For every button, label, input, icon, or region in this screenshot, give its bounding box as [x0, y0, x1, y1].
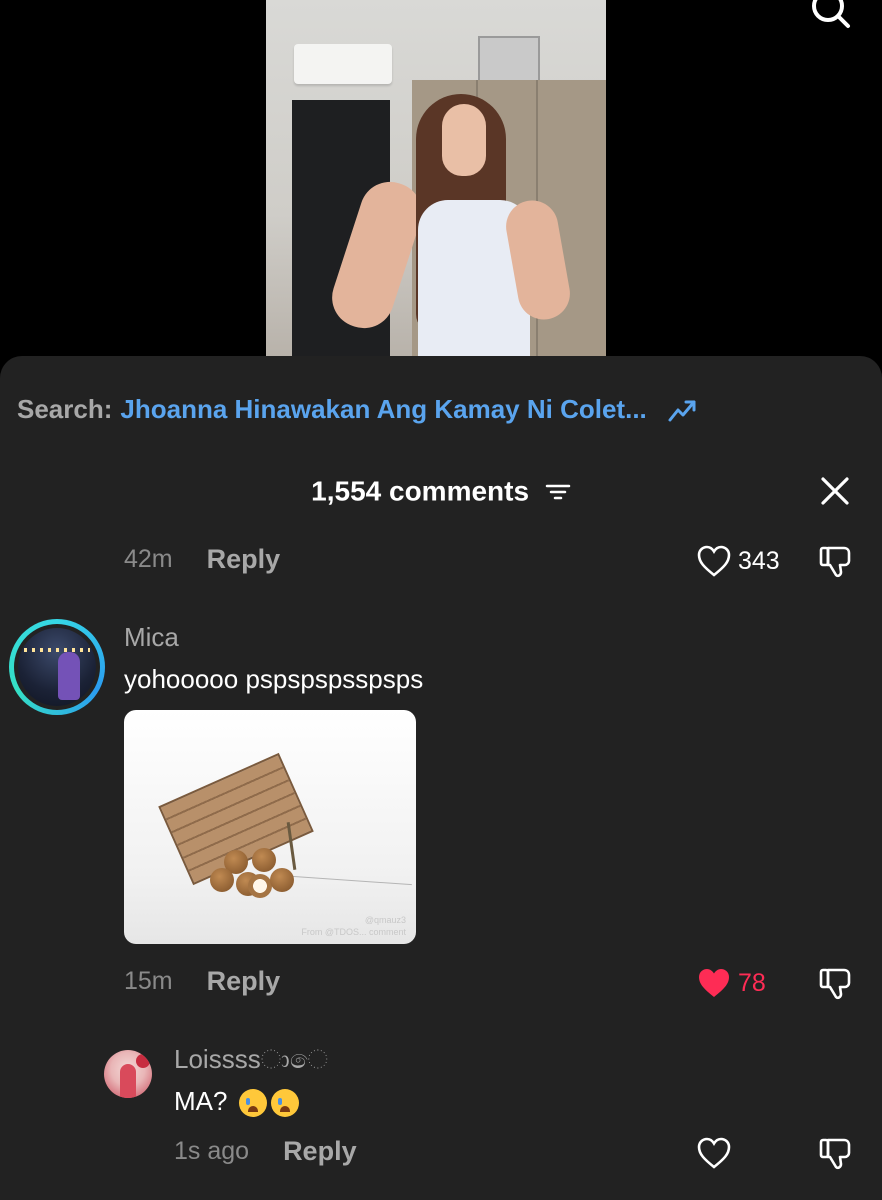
- comment-time: 42m: [124, 545, 173, 573]
- search-term-link[interactable]: Jhoanna Hinawakan Ang Kamay Ni Colet...: [120, 394, 646, 425]
- fruit: [270, 868, 294, 892]
- like-button[interactable]: 343: [696, 544, 780, 578]
- trap-string: [292, 875, 412, 886]
- comment-text: yohooooo pspspspsspsps: [124, 664, 424, 694]
- comment-username[interactable]: Mica: [124, 622, 179, 653]
- sort-filter-icon[interactable]: [545, 481, 571, 503]
- image-watermark: @qmauz3 From @TDOS... comment: [301, 915, 406, 937]
- avatar-lights: [24, 648, 90, 652]
- comment-time: 15m: [124, 967, 173, 995]
- comment-meta: 42m Reply: [124, 544, 280, 575]
- comment-username[interactable]: Loissssාෙ: [174, 1044, 328, 1076]
- comment-meta: 15m Reply: [124, 966, 280, 997]
- comment-attachment-image[interactable]: @qmauz3 From @TDOS... comment: [124, 710, 416, 944]
- close-icon[interactable]: [818, 474, 852, 508]
- comment-meta: 1s ago Reply: [174, 1136, 357, 1167]
- crying-face-emoji-icon: [270, 1089, 299, 1118]
- reply-button[interactable]: Reply: [283, 1136, 357, 1167]
- dislike-icon[interactable]: [818, 544, 854, 580]
- like-button[interactable]: [696, 1136, 732, 1170]
- search-suggestion[interactable]: Search: Jhoanna Hinawakan Ang Kamay Ni C…: [17, 394, 697, 425]
- storage-box: [478, 36, 540, 82]
- fruit: [252, 848, 276, 872]
- like-count: 343: [738, 546, 780, 575]
- heart-outline-icon: [697, 545, 731, 577]
- heart-filled-icon: [699, 969, 729, 997]
- reply-button[interactable]: Reply: [207, 544, 281, 575]
- person-face: [442, 104, 486, 176]
- search-icon[interactable]: [808, 0, 852, 32]
- video-thumbnail[interactable]: [266, 0, 606, 358]
- dislike-icon[interactable]: [818, 1136, 854, 1172]
- avatar-person: [58, 652, 80, 700]
- comment-text-body: MA?: [174, 1086, 228, 1116]
- avatar[interactable]: [9, 619, 105, 715]
- search-prefix: Search:: [17, 394, 113, 424]
- like-count: 78: [738, 968, 766, 997]
- reply-button[interactable]: Reply: [207, 966, 281, 997]
- fruit: [248, 874, 272, 898]
- avatar-person: [120, 1064, 136, 1098]
- heart-outline-icon: [697, 1137, 731, 1169]
- fruit: [210, 868, 234, 892]
- avatar-image: [18, 628, 96, 706]
- comments-count: 1,554 comments: [311, 475, 530, 507]
- comment-text: MA?: [174, 1086, 299, 1118]
- crying-face-emoji-icon: [238, 1089, 267, 1118]
- like-button[interactable]: 78: [696, 966, 766, 1000]
- video-area[interactable]: [0, 0, 882, 360]
- dislike-icon[interactable]: [818, 966, 854, 1002]
- avatar[interactable]: [104, 1050, 152, 1098]
- avatar-balloon: [136, 1054, 150, 1068]
- comment-time: 1s ago: [174, 1137, 250, 1165]
- air-conditioner: [294, 44, 392, 84]
- comments-header: 1,554 comments: [0, 474, 882, 508]
- trending-icon: [668, 400, 696, 421]
